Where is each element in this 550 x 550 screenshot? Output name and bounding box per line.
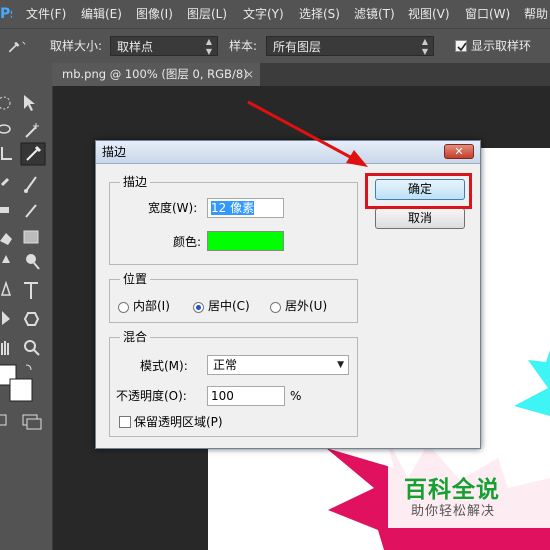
dodge-icon [26, 254, 40, 270]
dialog-title: 描边 [102, 145, 127, 159]
menu-window[interactable]: 窗口(W) [465, 0, 510, 28]
quick-mask-icon [0, 414, 7, 426]
color-label: 颜色: [173, 235, 202, 249]
menu-help[interactable]: 帮助 [524, 0, 548, 28]
menu-image[interactable]: 图像(I) [136, 0, 173, 28]
brush-icon [24, 176, 37, 193]
watermark-subtitle: 助你轻松解决 [411, 504, 496, 519]
move-icon [24, 95, 35, 111]
radio-outside-label: 居外(U) [285, 299, 328, 313]
position-group: 位置 内部(I) 居中(C) 居外(U) [109, 271, 358, 323]
menu-layer[interactable]: 图层(L) [187, 0, 227, 28]
width-value: 12 像素 [211, 201, 255, 215]
show-ring-label: 显示取样环 [471, 39, 532, 53]
width-label: 宽度(W): [148, 201, 198, 215]
stroke-group-label: 描边 [120, 174, 151, 190]
clone-stamp-icon [0, 207, 9, 213]
magic-wand-icon [25, 123, 39, 138]
dropdown-arrow-icon: ▼ [337, 360, 344, 370]
menu-file[interactable]: 文件(F) [26, 0, 66, 28]
document-tab-row: mb.png @ 100% (图层 0, RGB/8) × [52, 63, 550, 86]
mode-value: 正常 [213, 358, 238, 372]
width-input[interactable]: 12 像素 [207, 198, 284, 218]
type-icon [24, 282, 38, 299]
ok-button-highlight [365, 173, 472, 209]
dialog-close-button[interactable]: ✕ [444, 144, 474, 159]
lasso-icon [0, 124, 11, 134]
mode-select[interactable]: 正常 ▼ [207, 355, 349, 375]
app-logo: Ps [0, 6, 12, 22]
checkmark-icon [457, 42, 467, 52]
document-tab[interactable]: mb.png @ 100% (图层 0, RGB/8) × [52, 63, 260, 86]
radio-inside[interactable] [118, 302, 129, 313]
zoom-icon [24, 340, 40, 356]
sample-size-select[interactable]: 取样点 ▲ ▼ [110, 36, 218, 56]
watermark-title: 百科全说 [404, 477, 500, 503]
foreground-background-color-icon [0, 364, 33, 402]
menu-select[interactable]: 选择(S) [299, 0, 340, 28]
sample-size-label: 取样大小: [50, 39, 103, 53]
menu-type[interactable]: 文字(Y) [243, 0, 284, 28]
position-group-label: 位置 [120, 271, 151, 287]
opacity-value: 100 [211, 389, 234, 403]
document-tab-title: mb.png @ 100% (图层 0, RGB/8) [62, 67, 248, 81]
opacity-unit: % [290, 389, 302, 403]
radio-center[interactable] [193, 302, 204, 313]
opacity-label: 不透明度(O): [116, 389, 187, 403]
dialog-title-bar[interactable]: 描边 ✕ [96, 141, 480, 164]
blur-icon [2, 255, 10, 263]
cyan-star-shape [514, 350, 550, 448]
eraser-icon [0, 233, 12, 245]
marquee-icon [0, 96, 11, 110]
pen-icon [0, 280, 12, 296]
stepper-arrows-icon: ▲ ▼ [205, 37, 212, 56]
opacity-input[interactable]: 100 [207, 386, 285, 406]
sample-select[interactable]: 所有图层 ▲ ▼ [266, 36, 434, 56]
sample-value: 所有图层 [273, 40, 322, 54]
radio-inside-label: 内部(I) [133, 299, 170, 313]
gradient-icon [23, 230, 39, 244]
tools-panel [0, 63, 53, 550]
sample-size-value: 取样点 [117, 40, 154, 54]
shape-icon [23, 312, 40, 326]
menu-view[interactable]: 视图(V) [408, 0, 450, 28]
preserve-transparency-label: 保留透明区域(P) [134, 415, 223, 429]
stroke-group: 描边 宽度(W): 12 像素 颜色: [109, 174, 358, 265]
sample-label: 样本: [229, 39, 258, 53]
path-selection-icon [2, 311, 10, 325]
show-ring-checkbox[interactable] [455, 40, 467, 52]
blend-group: 混合 模式(M): 正常 ▼ 不透明度(O): 100 % 保留透明区域(P) [109, 329, 358, 437]
healing-brush-icon [0, 177, 10, 187]
cancel-button[interactable]: 取消 [375, 208, 465, 229]
color-swatch[interactable] [207, 231, 284, 251]
radio-outside[interactable] [270, 302, 281, 313]
menu-edit[interactable]: 编辑(E) [81, 0, 122, 28]
crop-icon [1, 147, 12, 160]
document-tab-close-icon[interactable]: × [244, 63, 254, 86]
stepper-arrows-icon: ▲ ▼ [421, 37, 428, 56]
preserve-transparency-checkbox[interactable] [119, 416, 131, 428]
hand-icon [1, 341, 9, 355]
screen-mode-icon [22, 414, 42, 430]
tools-panel-icons [0, 95, 46, 430]
menu-filter[interactable]: 滤镜(T) [354, 0, 395, 28]
history-brush-icon [25, 204, 37, 218]
options-bar: 取样大小: 取样点 ▲ ▼ 样本: 所有图层 ▲ ▼ 显示取样环 [0, 28, 550, 64]
eyedropper-preset-icon[interactable] [6, 35, 26, 57]
radio-center-label: 居中(C) [208, 299, 250, 313]
mode-label: 模式(M): [140, 359, 188, 373]
menu-bar: Ps 文件(F) 编辑(E) 图像(I) 图层(L) 文字(Y) 选择(S) 滤… [0, 0, 550, 28]
blend-group-label: 混合 [120, 329, 151, 345]
